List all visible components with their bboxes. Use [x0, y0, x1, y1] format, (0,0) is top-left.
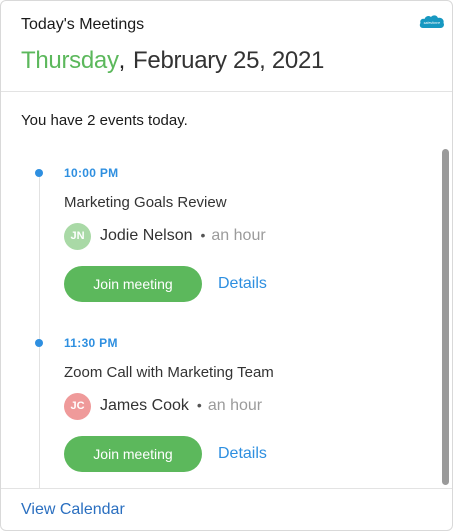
- events-panel[interactable]: You have 2 events today. 10:00 PM Market…: [1, 92, 452, 488]
- timeline-dot: [35, 169, 43, 177]
- card-header: Today's Meetings salesforce Thursday, Feb…: [1, 1, 452, 92]
- event-duration: an hour: [207, 397, 263, 414]
- join-meeting-button[interactable]: Join meeting: [64, 436, 202, 472]
- card-footer: View Calendar: [1, 488, 452, 530]
- salesforce-logo: salesforce: [419, 15, 445, 29]
- weekday: Thursday: [21, 47, 119, 74]
- attendee-info: James Cook • an hour: [100, 397, 262, 415]
- event-title: Zoom Call with Marketing Team: [64, 364, 274, 381]
- attendee-info: Jodie Nelson • an hour: [100, 227, 266, 245]
- attendee-name: Jodie Nelson: [100, 227, 193, 244]
- scrollbar-thumb[interactable]: [442, 149, 449, 485]
- full-date: February 25, 2021: [133, 47, 325, 74]
- date-comma: ,: [118, 47, 126, 74]
- meetings-card: Today's Meetings salesforce Thursday, Feb…: [0, 0, 453, 531]
- svg-text:salesforce: salesforce: [424, 21, 440, 25]
- timeline-line: [39, 172, 40, 488]
- timeline-dot: [35, 339, 43, 347]
- details-link[interactable]: Details: [218, 275, 267, 293]
- avatar: JN: [64, 223, 91, 250]
- join-meeting-button[interactable]: Join meeting: [64, 266, 202, 302]
- event-time: 11:30 PM: [64, 336, 118, 350]
- event-title: Marketing Goals Review: [64, 194, 227, 211]
- details-link[interactable]: Details: [218, 445, 267, 463]
- attendee-name: James Cook: [100, 397, 189, 414]
- date-heading: Thursday, February 25, 2021: [21, 47, 324, 75]
- event-time: 10:00 PM: [64, 166, 119, 180]
- event-duration: an hour: [211, 227, 266, 244]
- separator-dot: •: [196, 397, 202, 413]
- view-calendar-link[interactable]: View Calendar: [21, 501, 125, 519]
- card-title: Today's Meetings: [21, 16, 145, 33]
- avatar: JC: [64, 393, 91, 420]
- events-summary: You have 2 events today.: [21, 112, 188, 129]
- separator-dot: •: [200, 227, 206, 243]
